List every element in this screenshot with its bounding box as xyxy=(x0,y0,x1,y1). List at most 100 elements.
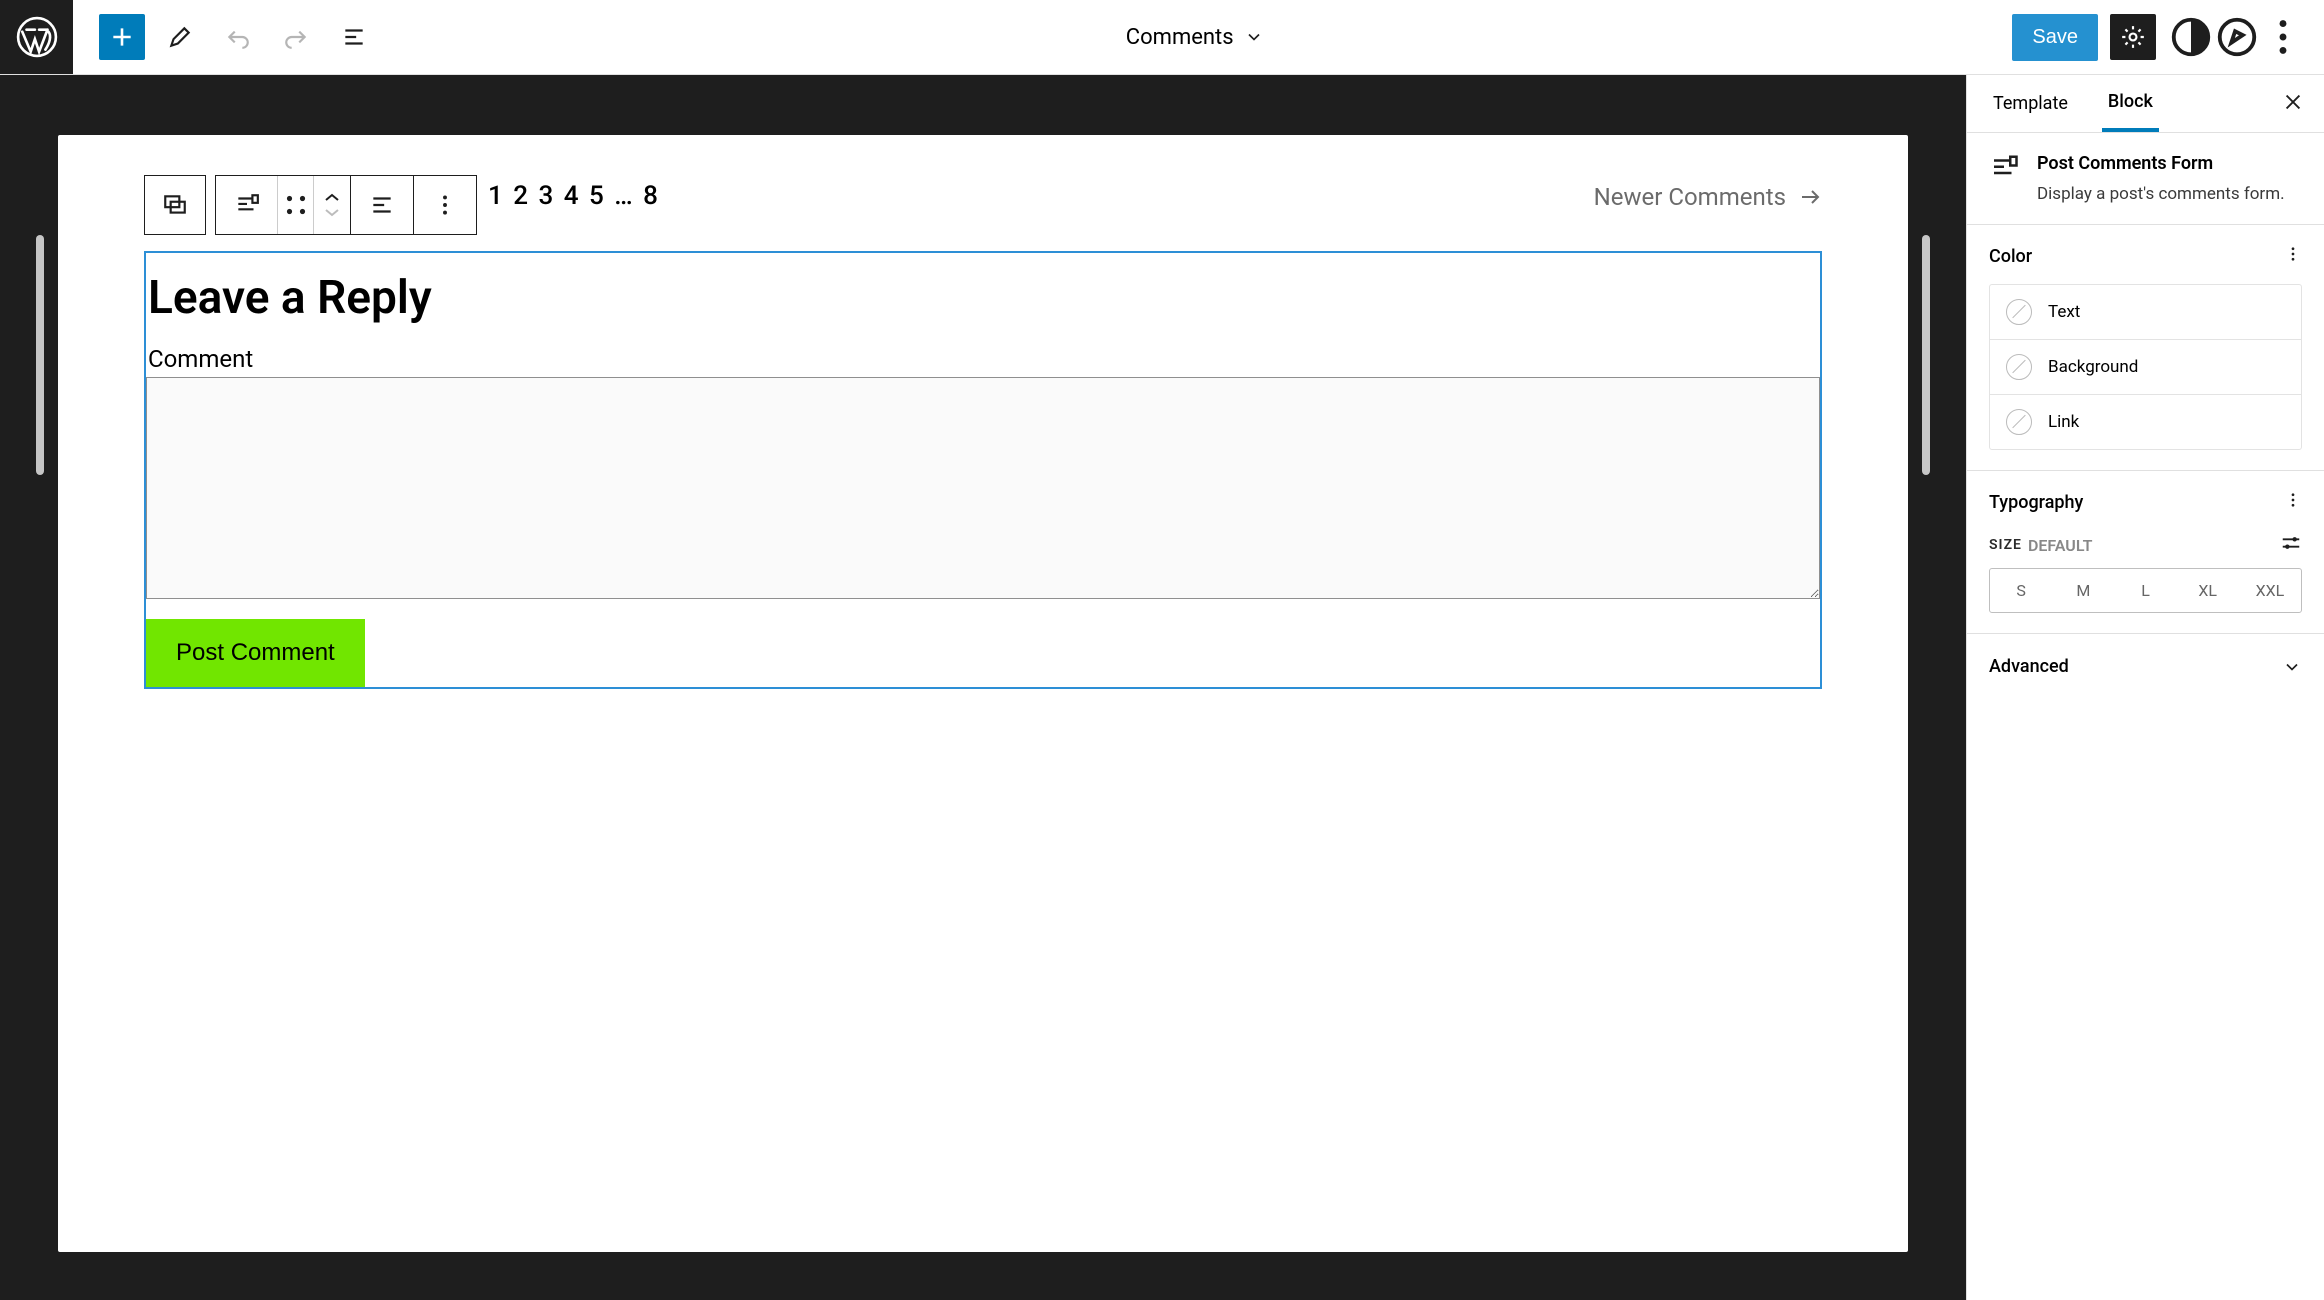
save-button[interactable]: Save xyxy=(2012,14,2098,61)
edit-tool-button[interactable] xyxy=(157,14,203,60)
drag-icon xyxy=(283,192,309,218)
more-options-button[interactable] xyxy=(2260,14,2306,60)
settings-sidebar: Template Block Post Comments Form Displa… xyxy=(1966,75,2324,1300)
block-toolbar-more-group xyxy=(413,175,477,235)
close-icon xyxy=(2282,91,2304,113)
compass-icon xyxy=(2214,14,2260,60)
block-more-button[interactable] xyxy=(414,176,476,234)
gear-icon xyxy=(2120,24,2146,50)
typography-panel-heading: Typography xyxy=(1989,492,2083,513)
color-row-label: Link xyxy=(2048,412,2079,432)
arrow-right-icon xyxy=(1798,185,1822,209)
block-toolbar-parent-group xyxy=(144,175,206,235)
resize-handle-left[interactable] xyxy=(36,235,44,475)
main-area: 1 2 3 4 5 … 8 Newer Comments Leave a Rep… xyxy=(0,75,2324,1300)
advanced-label: Advanced xyxy=(1989,656,2069,677)
color-row-text[interactable]: Text xyxy=(1990,285,2301,340)
redo-icon xyxy=(283,24,309,50)
topbar-right-tools: Save xyxy=(2012,0,2324,74)
contrast-icon xyxy=(2168,14,2214,60)
align-icon xyxy=(369,192,395,218)
chevron-down-icon xyxy=(322,205,342,219)
document-title[interactable]: Comments xyxy=(377,0,2012,74)
size-label: SIZE xyxy=(1989,537,2022,553)
size-default-label: DEFAULT xyxy=(2028,536,2093,555)
undo-icon xyxy=(225,24,251,50)
swatch-empty-icon xyxy=(2006,409,2032,435)
pencil-icon xyxy=(167,24,193,50)
typography-panel-options[interactable] xyxy=(2284,491,2302,514)
wordpress-logo[interactable] xyxy=(0,0,73,74)
add-block-button[interactable] xyxy=(99,14,145,60)
tab-block[interactable]: Block xyxy=(2102,75,2159,132)
block-info-section: Post Comments Form Display a post's comm… xyxy=(1967,133,2324,225)
comments-block-icon xyxy=(162,192,188,218)
editor-canvas-wrap: 1 2 3 4 5 … 8 Newer Comments Leave a Rep… xyxy=(0,75,1966,1300)
typography-panel: Typography SIZE DEFAULT S M L XL XXL xyxy=(1967,471,2324,634)
block-mover[interactable] xyxy=(314,176,350,234)
color-panel-heading: Color xyxy=(1989,246,2032,267)
editor-canvas[interactable]: 1 2 3 4 5 … 8 Newer Comments Leave a Rep… xyxy=(58,135,1908,1252)
styles-button[interactable] xyxy=(2168,14,2214,60)
post-comments-form-block[interactable]: Leave a Reply Comment Post Comment xyxy=(144,251,1822,689)
chevron-up-icon xyxy=(322,191,342,205)
sliders-icon xyxy=(2280,532,2302,554)
block-toolbar-align-group xyxy=(350,175,414,235)
chevron-down-icon xyxy=(2282,657,2302,677)
list-view-button[interactable] xyxy=(331,14,377,60)
color-row-label: Background xyxy=(2048,357,2138,377)
post-comment-button[interactable]: Post Comment xyxy=(146,619,365,687)
close-sidebar-button[interactable] xyxy=(2282,91,2304,117)
color-row-background[interactable]: Background xyxy=(1990,340,2301,395)
redo-button[interactable] xyxy=(273,14,319,60)
align-button[interactable] xyxy=(351,176,413,234)
size-s[interactable]: S xyxy=(1990,569,2052,612)
swatch-empty-icon xyxy=(2006,354,2032,380)
block-type-button[interactable] xyxy=(216,176,278,234)
color-panel-options[interactable] xyxy=(2284,245,2302,268)
size-l[interactable]: L xyxy=(2114,569,2176,612)
resize-handle-right[interactable] xyxy=(1922,235,1930,475)
top-toolbar: Comments Save xyxy=(0,0,2324,75)
kebab-icon xyxy=(2260,14,2306,60)
chevron-down-icon xyxy=(1244,27,1264,47)
size-custom-toggle[interactable] xyxy=(2280,532,2302,558)
kebab-icon xyxy=(432,192,458,218)
sidebar-tabs: Template Block xyxy=(1967,75,2324,133)
comments-pagination-numbers[interactable]: 1 2 3 4 5 … 8 xyxy=(488,181,660,211)
tab-template[interactable]: Template xyxy=(1987,75,2074,132)
size-xl[interactable]: XL xyxy=(2177,569,2239,612)
size-m[interactable]: M xyxy=(2052,569,2114,612)
block-title: Post Comments Form xyxy=(2037,153,2285,174)
kebab-icon xyxy=(2284,245,2302,263)
block-toolbar-transform-group xyxy=(215,175,351,235)
kebab-icon xyxy=(2284,491,2302,509)
newer-comments-label: Newer Comments xyxy=(1594,183,1786,211)
view-button[interactable] xyxy=(2214,14,2260,60)
color-row-link[interactable]: Link xyxy=(1990,395,2301,449)
swatch-empty-icon xyxy=(2006,299,2032,325)
size-xxl[interactable]: XXL xyxy=(2239,569,2301,612)
reply-heading: Leave a Reply xyxy=(146,253,1820,331)
comment-field-label: Comment xyxy=(146,331,1820,377)
comments-pagination-next[interactable]: Newer Comments xyxy=(1594,183,1822,211)
wordpress-icon xyxy=(16,16,58,58)
color-row-label: Text xyxy=(2048,302,2080,322)
comment-textarea[interactable] xyxy=(146,377,1820,599)
plus-icon xyxy=(109,24,135,50)
post-comments-form-icon xyxy=(234,192,260,218)
undo-button[interactable] xyxy=(215,14,261,60)
settings-button[interactable] xyxy=(2110,14,2156,60)
topbar-left-tools xyxy=(73,0,377,74)
drag-handle[interactable] xyxy=(278,176,314,234)
document-title-text: Comments xyxy=(1126,25,1234,50)
list-view-icon xyxy=(341,24,367,50)
select-parent-button[interactable] xyxy=(145,176,205,234)
post-comments-form-icon xyxy=(1989,153,2019,183)
block-description: Display a post's comments form. xyxy=(2037,184,2285,204)
color-list: Text Background Link xyxy=(1989,284,2302,450)
block-toolbar xyxy=(144,175,477,235)
color-panel: Color Text Background Link xyxy=(1967,225,2324,471)
advanced-panel-toggle[interactable]: Advanced xyxy=(1967,634,2324,699)
font-size-buttons: S M L XL XXL xyxy=(1989,568,2302,613)
